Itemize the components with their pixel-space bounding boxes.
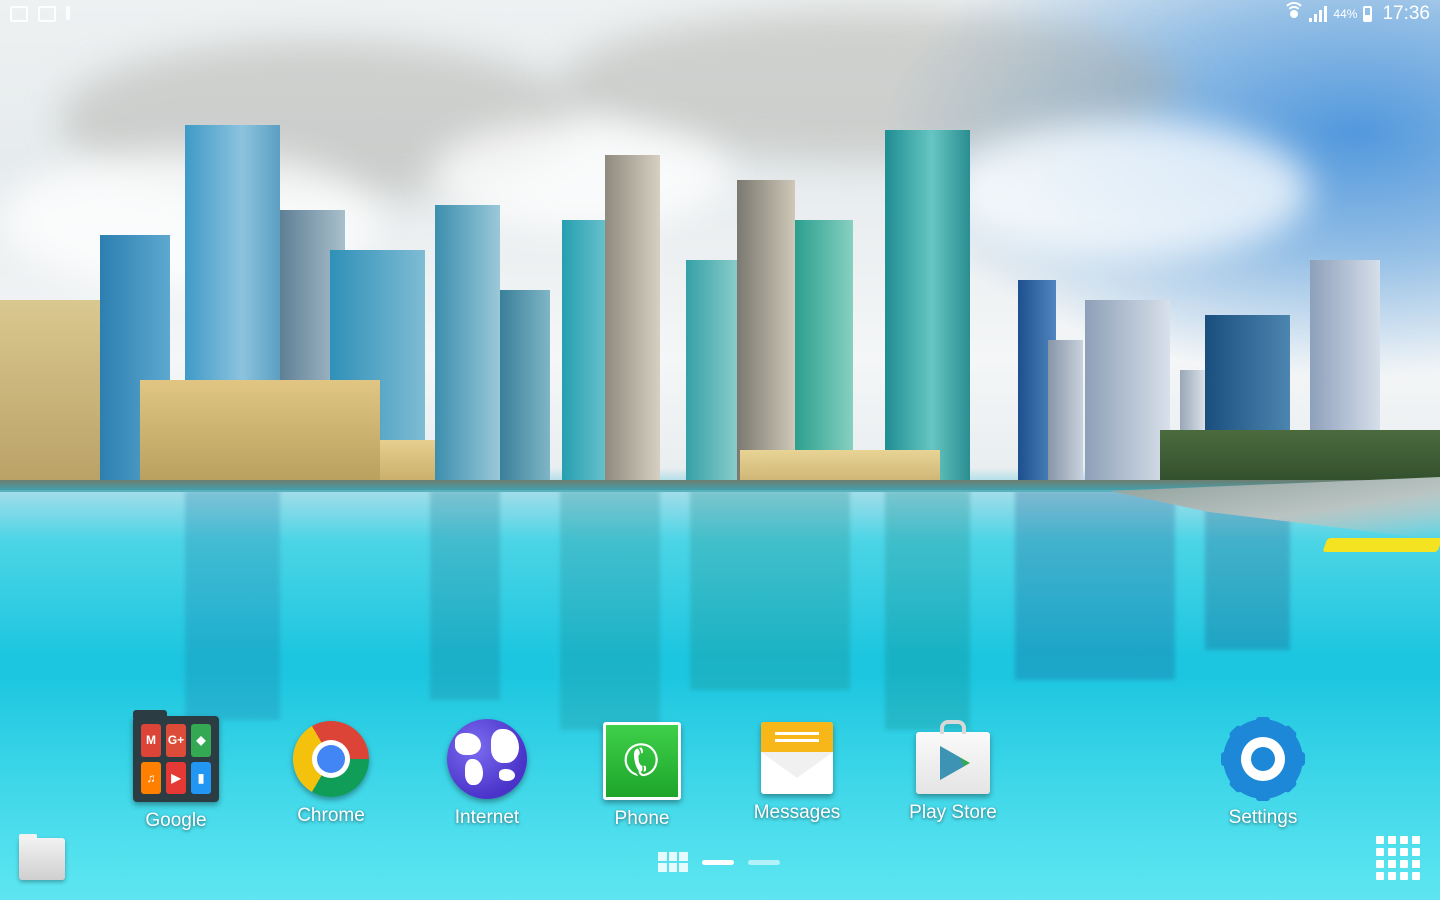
- app-label: Phone: [614, 808, 670, 829]
- app-label: Settings: [1228, 807, 1298, 828]
- phone-icon: ✆: [603, 722, 681, 800]
- yellow-boat: [1322, 538, 1440, 552]
- play-books-icon: ▮: [191, 761, 211, 794]
- app-chrome[interactable]: Chrome: [266, 716, 396, 827]
- app-label: Messages: [753, 802, 841, 823]
- download-icon: [66, 6, 70, 20]
- globe-icon: [447, 719, 527, 799]
- folder-icon[interactable]: [19, 834, 65, 880]
- app-label: Google: [145, 810, 207, 831]
- notification-icons: [10, 6, 70, 22]
- app-internet[interactable]: Internet: [422, 716, 552, 829]
- chrome-icon: [293, 721, 369, 797]
- battery-percent: 44%: [1333, 7, 1358, 21]
- maps-icon: ◆: [191, 724, 211, 757]
- app-label: Internet: [454, 807, 520, 828]
- play-store-icon: [916, 720, 990, 794]
- app-phone[interactable]: ✆ Phone: [577, 716, 707, 830]
- play-movies-icon: ▶: [166, 761, 186, 794]
- app-messages[interactable]: Messages: [732, 716, 862, 824]
- app-google-folder[interactable]: M G+ ◆ ♫ ▶ ▮ Google: [111, 710, 241, 832]
- handset-icon: ✆: [612, 730, 672, 792]
- gear-icon: [1221, 717, 1305, 801]
- page-dot[interactable]: [748, 859, 780, 865]
- signal-icon: [1309, 6, 1328, 22]
- google-folder-icon: M G+ ◆ ♫ ▶ ▮: [133, 710, 219, 802]
- clock: 17:36: [1382, 3, 1430, 24]
- gallery-notification-icon: [38, 6, 56, 22]
- google-plus-icon: G+: [166, 724, 186, 757]
- system-icons: 44% 17:36: [1283, 2, 1430, 25]
- app-label: Chrome: [297, 805, 365, 826]
- status-bar: 44% 17:36: [0, 0, 1440, 30]
- app-label: Play Store: [909, 802, 997, 823]
- envelope-icon: [761, 722, 833, 794]
- cast-icon: [10, 6, 28, 22]
- play-music-icon: ♫: [141, 761, 161, 794]
- wifi-icon: [1283, 2, 1306, 22]
- app-settings[interactable]: Settings: [1198, 716, 1328, 829]
- page-dashes: [702, 859, 780, 865]
- home-page-icon[interactable]: [658, 852, 688, 872]
- apps-grid-icon[interactable]: [1376, 836, 1420, 880]
- gmail-icon: M: [141, 724, 161, 757]
- app-play-store[interactable]: Play Store: [888, 716, 1018, 824]
- page-indicator: [658, 852, 780, 872]
- page-dot[interactable]: [702, 859, 734, 865]
- battery-charging-icon: [1363, 6, 1373, 22]
